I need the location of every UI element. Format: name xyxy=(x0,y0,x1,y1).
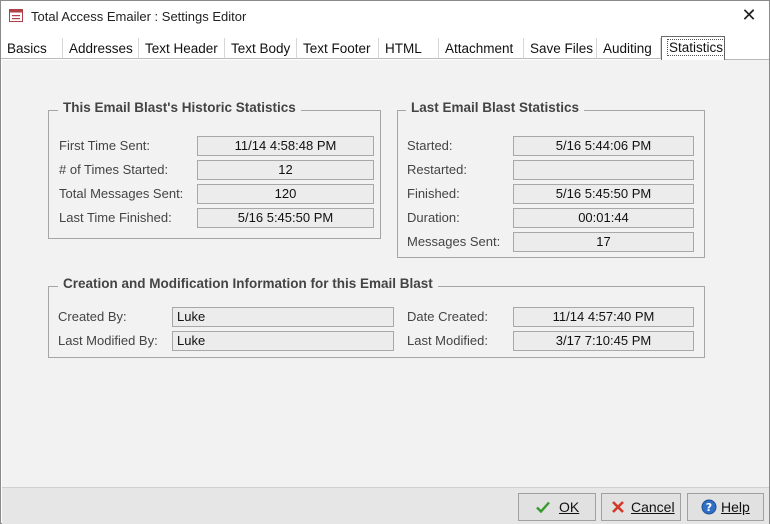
last-modified-by-label: Last Modified By: xyxy=(58,333,158,348)
ok-button[interactable]: OK xyxy=(518,493,596,521)
button-bar: OK Cancel ? Help xyxy=(2,487,769,524)
close-icon[interactable]: ✕ xyxy=(739,5,759,25)
help-button[interactable]: ? Help xyxy=(687,493,764,521)
cancel-button-label: Cancel xyxy=(631,499,675,515)
tab-text-header[interactable]: Text Header xyxy=(139,38,225,59)
total-sent-label: Total Messages Sent: xyxy=(59,186,184,201)
started-field[interactable]: 5/16 5:44:06 PM xyxy=(513,136,694,156)
window-title: Total Access Emailer : Settings Editor xyxy=(31,9,247,24)
check-icon xyxy=(536,501,550,514)
tab-html[interactable]: HTML xyxy=(379,38,439,59)
last-finished-label: Last Time Finished: xyxy=(59,210,172,225)
cancel-button[interactable]: Cancel xyxy=(601,493,681,521)
tab-basics[interactable]: Basics xyxy=(1,38,63,59)
restarted-label: Restarted: xyxy=(407,162,467,177)
messages-sent-field[interactable]: 17 xyxy=(513,232,694,252)
last-modified-label: Last Modified: xyxy=(407,333,488,348)
first-sent-label: First Time Sent: xyxy=(59,138,151,153)
times-started-field[interactable]: 12 xyxy=(197,160,374,180)
title-bar: Total Access Emailer : Settings Editor ✕ xyxy=(1,1,769,31)
first-sent-field[interactable]: 11/14 4:58:48 PM xyxy=(197,136,374,156)
duration-label: Duration: xyxy=(407,210,460,225)
started-label: Started: xyxy=(407,138,453,153)
tab-statistics[interactable]: Statistics xyxy=(661,36,726,60)
last-blast-stats-title: Last Email Blast Statistics xyxy=(406,100,585,115)
messages-sent-label: Messages Sent: xyxy=(407,234,501,249)
last-blast-stats-group: Last Email Blast Statistics Started: 5/1… xyxy=(397,100,705,258)
historic-stats-group: This Email Blast's Historic Statistics F… xyxy=(48,100,381,239)
tab-addresses[interactable]: Addresses xyxy=(63,38,139,59)
last-finished-field[interactable]: 5/16 5:45:50 PM xyxy=(197,208,374,228)
duration-field[interactable]: 00:01:44 xyxy=(513,208,694,228)
help-icon: ? xyxy=(701,499,717,515)
svg-text:?: ? xyxy=(706,501,712,514)
finished-label: Finished: xyxy=(407,186,460,201)
form-app-icon xyxy=(9,9,23,22)
created-by-label: Created By: xyxy=(58,309,127,324)
historic-stats-title: This Email Blast's Historic Statistics xyxy=(58,100,301,115)
settings-editor-window: Total Access Emailer : Settings Editor ✕… xyxy=(0,0,770,524)
ok-button-label: OK xyxy=(559,499,580,515)
last-modified-field[interactable]: 3/17 7:10:45 PM xyxy=(513,331,694,351)
times-started-label: # of Times Started: xyxy=(59,162,169,177)
created-by-field[interactable]: Luke xyxy=(172,307,394,327)
total-sent-field[interactable]: 120 xyxy=(197,184,374,204)
last-modified-by-field[interactable]: Luke xyxy=(172,331,394,351)
date-created-label: Date Created: xyxy=(407,309,488,324)
tab-auditing[interactable]: Auditing xyxy=(597,38,661,59)
help-button-label: Help xyxy=(721,499,750,515)
tab-text-body[interactable]: Text Body xyxy=(225,38,297,59)
date-created-field[interactable]: 11/14 4:57:40 PM xyxy=(513,307,694,327)
statistics-panel: This Email Blast's Historic Statistics F… xyxy=(2,60,769,487)
tab-save-files[interactable]: Save Files xyxy=(524,38,597,59)
creation-info-group: Creation and Modification Information fo… xyxy=(48,276,705,358)
finished-field[interactable]: 5/16 5:45:50 PM xyxy=(513,184,694,204)
tab-attachment[interactable]: Attachment xyxy=(439,38,524,59)
tab-strip: Basics Addresses Text Header Text Body T… xyxy=(1,36,769,60)
creation-info-title: Creation and Modification Information fo… xyxy=(58,276,438,291)
tab-text-footer[interactable]: Text Footer xyxy=(297,38,379,59)
restarted-field[interactable] xyxy=(513,160,694,180)
cancel-x-icon xyxy=(612,501,624,513)
